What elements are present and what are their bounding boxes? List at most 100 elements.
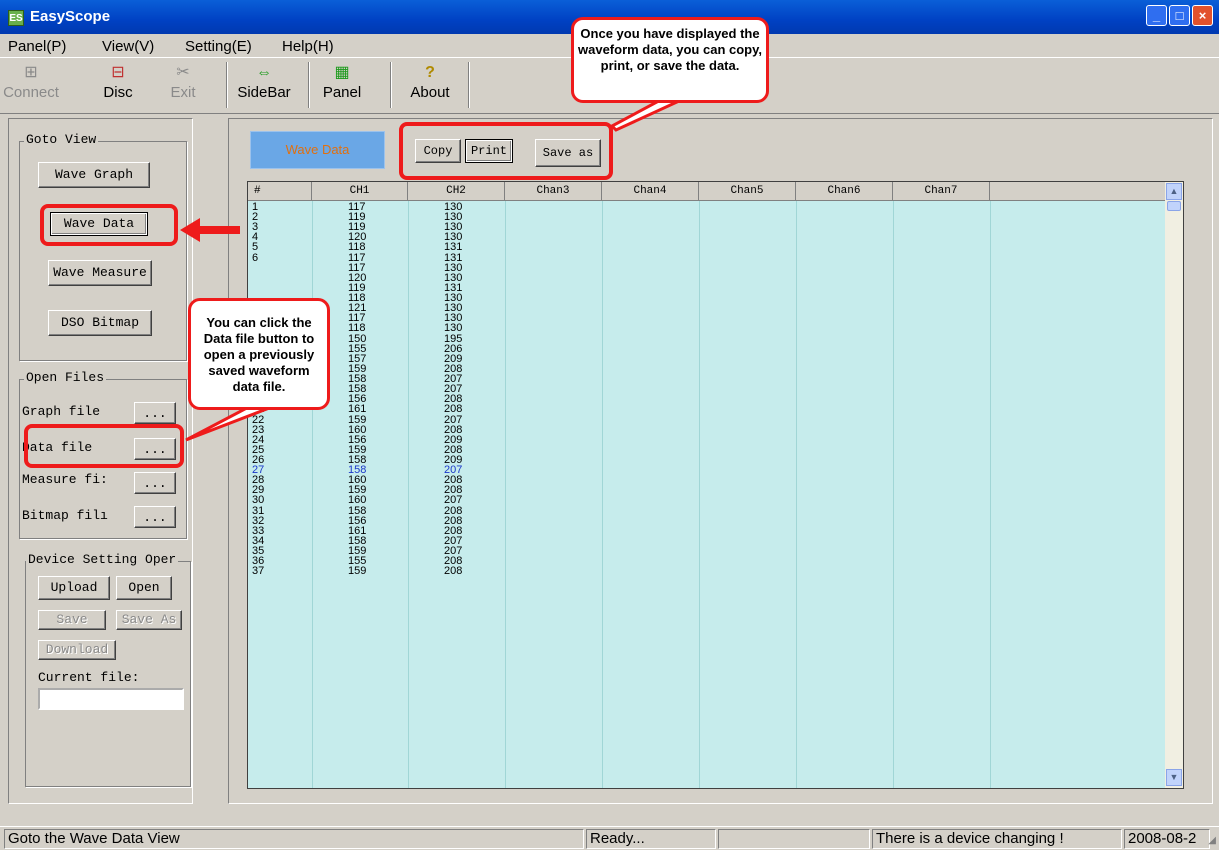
table-row[interactable]: 28 160 208: [248, 475, 1178, 486]
table-row[interactable]: 21161208: [248, 403, 1178, 416]
upload-button[interactable]: Upload: [38, 576, 110, 600]
table-row[interactable]: 31 158 208: [248, 505, 1178, 516]
menu-panel[interactable]: Panel(P): [8, 38, 66, 55]
col-header-ch2[interactable]: CH2: [408, 182, 505, 201]
table-row[interactable]: 2 119 130: [248, 212, 1178, 223]
col-header-index[interactable]: #: [248, 182, 312, 201]
minimize-icon[interactable]: _: [1146, 5, 1167, 26]
table-row[interactable]: 121 130: [248, 303, 1178, 314]
device-setting-legend: Device Setting Oper: [26, 552, 179, 567]
about-icon: ?: [425, 64, 435, 81]
col-header-chan3[interactable]: Chan3: [505, 182, 602, 201]
table-row[interactable]: 26 158 209: [248, 455, 1178, 466]
open-button[interactable]: Open: [116, 576, 172, 600]
wave-measure-button[interactable]: Wave Measure: [48, 260, 152, 286]
highlight-copy-print-save: [399, 122, 613, 180]
status-empty: [718, 829, 870, 849]
table-row[interactable]: 5 118 131: [248, 241, 1178, 254]
table-row[interactable]: 27 158 207: [248, 465, 1178, 476]
col-header-chan5[interactable]: Chan5: [699, 182, 796, 201]
table-row[interactable]: 34 158 207: [248, 535, 1178, 546]
wave-data-tab[interactable]: Wave Data: [250, 131, 385, 169]
table-row[interactable]: 37 159 208: [248, 565, 1178, 578]
toolbar-separator: [226, 62, 228, 108]
panel-button[interactable]: ▦ Panel: [312, 62, 372, 112]
table-row[interactable]: 23 160 208: [248, 424, 1178, 435]
current-file-field[interactable]: [38, 688, 184, 710]
about-button[interactable]: ? About: [400, 62, 460, 112]
measure-file-label: Measure fi:: [22, 472, 108, 487]
table-row[interactable]: 6 117 131: [248, 252, 1178, 263]
scroll-thumb[interactable]: [1167, 201, 1181, 211]
table-row[interactable]: 118 130: [248, 323, 1178, 334]
wave-data-table[interactable]: # CH1 CH2 Chan3 Chan4 Chan5 Chan6 Chan7 …: [247, 181, 1184, 789]
table-row[interactable]: 35 159 207: [248, 546, 1178, 557]
table-row[interactable]: 117 130: [248, 262, 1178, 273]
close-icon[interactable]: ×: [1192, 5, 1213, 26]
connect-icon: ⊞: [24, 64, 38, 81]
cell-ch1: 159: [348, 565, 367, 578]
table-row[interactable]: 1 117 130: [248, 202, 1178, 213]
col-header-chan6[interactable]: Chan6: [796, 182, 893, 201]
save-as-button[interactable]: Save As: [116, 610, 182, 630]
table-row[interactable]: 18158207: [248, 374, 1178, 385]
scroll-up-icon[interactable]: ▲: [1166, 183, 1182, 200]
table-row[interactable]: 4 120 130: [248, 232, 1178, 243]
table-row[interactable]: 16157209: [248, 353, 1178, 364]
table-row[interactable]: 120 130: [248, 272, 1178, 283]
table-row[interactable]: 33 161 208: [248, 525, 1178, 536]
main-panel: Wave Data Copy Print Save as # CH1 CH2 C…: [228, 118, 1213, 804]
cell-ch2: 208: [444, 403, 463, 416]
highlight-wave-data-button: [40, 204, 178, 246]
table-row[interactable]: 118 130: [248, 293, 1178, 304]
menu-view[interactable]: View(V): [102, 38, 154, 55]
cell-ch1: 160: [348, 494, 367, 507]
table-row[interactable]: 25 159 208: [248, 444, 1178, 455]
table-row[interactable]: 3 119 130: [248, 222, 1178, 233]
table-row[interactable]: 24 156 209: [248, 434, 1178, 445]
download-button[interactable]: Download: [38, 640, 116, 660]
menu-help[interactable]: Help(H): [282, 38, 334, 55]
table-row[interactable]: 20156208: [248, 394, 1178, 405]
left-callout: You can click the Data file button to op…: [188, 298, 330, 410]
table-row[interactable]: 29 159 208: [248, 485, 1178, 496]
table-row[interactable]: 36 155 208: [248, 556, 1178, 567]
maximize-icon[interactable]: □: [1169, 5, 1190, 26]
col-header-ch1[interactable]: CH1: [312, 182, 408, 201]
vertical-scrollbar[interactable]: ▲ ▼: [1165, 182, 1183, 788]
exit-button[interactable]: ✂ Exit: [160, 62, 206, 112]
table-row[interactable]: 22 159 207: [248, 414, 1178, 425]
table-row[interactable]: 150 195: [248, 333, 1178, 344]
connect-button[interactable]: ⊞ Connect: [0, 62, 62, 112]
table-row[interactable]: 119 131: [248, 282, 1178, 293]
measure-file-browse-button[interactable]: ...: [134, 472, 176, 494]
col-header-chan7[interactable]: Chan7: [893, 182, 990, 201]
toolbar-separator: [390, 62, 392, 108]
table-row[interactable]: 17159208: [248, 363, 1178, 374]
wave-graph-button[interactable]: Wave Graph: [38, 162, 150, 188]
menu-setting[interactable]: Setting(E): [185, 38, 252, 55]
table-row[interactable]: 15155206: [248, 343, 1178, 354]
scroll-down-icon[interactable]: ▼: [1166, 769, 1182, 786]
save-button[interactable]: Save: [38, 610, 106, 630]
graph-file-browse-button[interactable]: ...: [134, 402, 176, 424]
open-files-legend: Open Files: [24, 370, 107, 385]
resize-grip-icon[interactable]: ◢: [1208, 835, 1216, 846]
device-setting-group: Device Setting Oper Upload Open Save Sav…: [25, 552, 191, 787]
table-row[interactable]: 30 160 207: [248, 494, 1178, 507]
cell-ch1: 118: [348, 241, 366, 254]
status-state: Ready...: [586, 829, 716, 849]
table-body: 1 117 130 2 119 130 3 119 130 4 120 130 5 118 131 6 117 1…: [248, 201, 1178, 788]
bitmap-file-browse-button[interactable]: ...: [134, 506, 176, 528]
table-row[interactable]: 19158207: [248, 384, 1178, 395]
cell-ch2: 207: [444, 494, 463, 507]
goto-view-group: Goto View Wave Graph Wave Data Wave Meas…: [19, 132, 187, 361]
toolbar-separator: [468, 62, 470, 108]
table-row[interactable]: 32 156 208: [248, 515, 1178, 526]
cell-ch2: 208: [444, 565, 463, 578]
disconnect-button[interactable]: ⊟ Disc: [90, 62, 146, 112]
col-header-chan4[interactable]: Chan4: [602, 182, 699, 201]
table-row[interactable]: 117 130: [248, 313, 1178, 324]
dso-bitmap-button[interactable]: DSO Bitmap: [48, 310, 152, 336]
sidebar-button[interactable]: ⇔ SideBar: [232, 62, 296, 112]
